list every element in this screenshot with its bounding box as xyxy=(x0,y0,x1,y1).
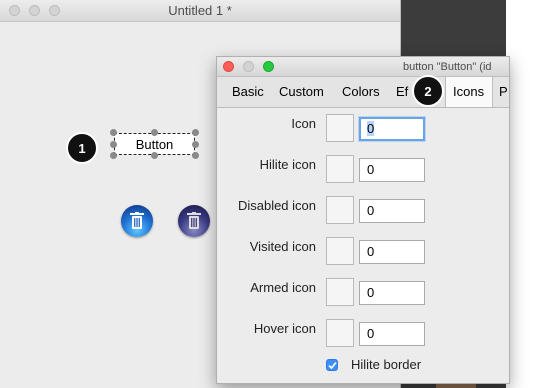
resize-handle-w[interactable] xyxy=(110,141,117,148)
hilite-border-checkbox[interactable] xyxy=(326,359,338,371)
trash-icon-disabled[interactable] xyxy=(178,205,210,237)
resize-handle-e[interactable] xyxy=(192,141,199,148)
main-titlebar: Untitled 1 * xyxy=(0,0,400,22)
inspector-window: button "Button" (id Basic Custom Colors … xyxy=(216,56,510,384)
checkmark-icon xyxy=(328,361,337,370)
hilite-icon-field[interactable]: 0 xyxy=(359,158,425,182)
tab-effects[interactable]: Ef xyxy=(396,84,408,99)
tab-properties[interactable]: P xyxy=(499,84,508,99)
disabled-icon-well[interactable] xyxy=(326,196,354,224)
window-title: Untitled 1 * xyxy=(168,3,232,18)
tab-basic[interactable]: Basic xyxy=(232,84,264,99)
inspector-zoom-icon[interactable] xyxy=(263,61,274,72)
armed-icon-field[interactable]: 0 xyxy=(359,281,425,305)
visited-icon-label: Visited icon xyxy=(249,239,316,254)
icon-label: Icon xyxy=(291,116,316,131)
resize-handle-ne[interactable] xyxy=(192,129,199,136)
resize-handle-se[interactable] xyxy=(192,152,199,159)
hilite-border-label[interactable]: Hilite border xyxy=(351,357,421,372)
disabled-icon-field[interactable]: 0 xyxy=(359,199,425,223)
callout-badge-1: 1 xyxy=(66,132,98,164)
icon-field[interactable]: 0 xyxy=(359,117,425,141)
resize-handle-n[interactable] xyxy=(151,129,158,136)
hover-icon-label: Hover icon xyxy=(253,321,316,336)
tab-custom[interactable]: Custom xyxy=(279,84,324,99)
armed-icon-well[interactable] xyxy=(326,278,354,306)
trash-icon[interactable] xyxy=(121,205,153,237)
callout-badge-2: 2 xyxy=(412,75,444,107)
icon-well[interactable] xyxy=(326,114,354,142)
tab-icons[interactable]: Icons xyxy=(445,77,493,107)
armed-icon-label: Armed icon xyxy=(250,280,316,295)
disabled-icon-label: Disabled icon xyxy=(237,198,316,213)
inspector-close-icon[interactable] xyxy=(223,61,234,72)
visited-icon-well[interactable] xyxy=(326,237,354,265)
resize-handle-s[interactable] xyxy=(151,152,158,159)
inspector-minimize-icon[interactable] xyxy=(243,61,254,72)
tab-colors[interactable]: Colors xyxy=(342,84,380,99)
resize-handle-nw[interactable] xyxy=(110,129,117,136)
resize-handle-sw[interactable] xyxy=(110,152,117,159)
inspector-titlebar: button "Button" (id xyxy=(217,57,509,77)
hover-icon-field[interactable]: 0 xyxy=(359,322,425,346)
hilite-icon-well[interactable] xyxy=(326,155,354,183)
hilite-icon-label: Hilite icon xyxy=(259,157,316,172)
hover-icon-well[interactable] xyxy=(326,319,354,347)
visited-icon-field[interactable]: 0 xyxy=(359,240,425,264)
inspector-tabs: Basic Custom Colors Ef Icons P xyxy=(217,77,509,108)
inspector-title: button "Button" (id xyxy=(403,61,492,73)
